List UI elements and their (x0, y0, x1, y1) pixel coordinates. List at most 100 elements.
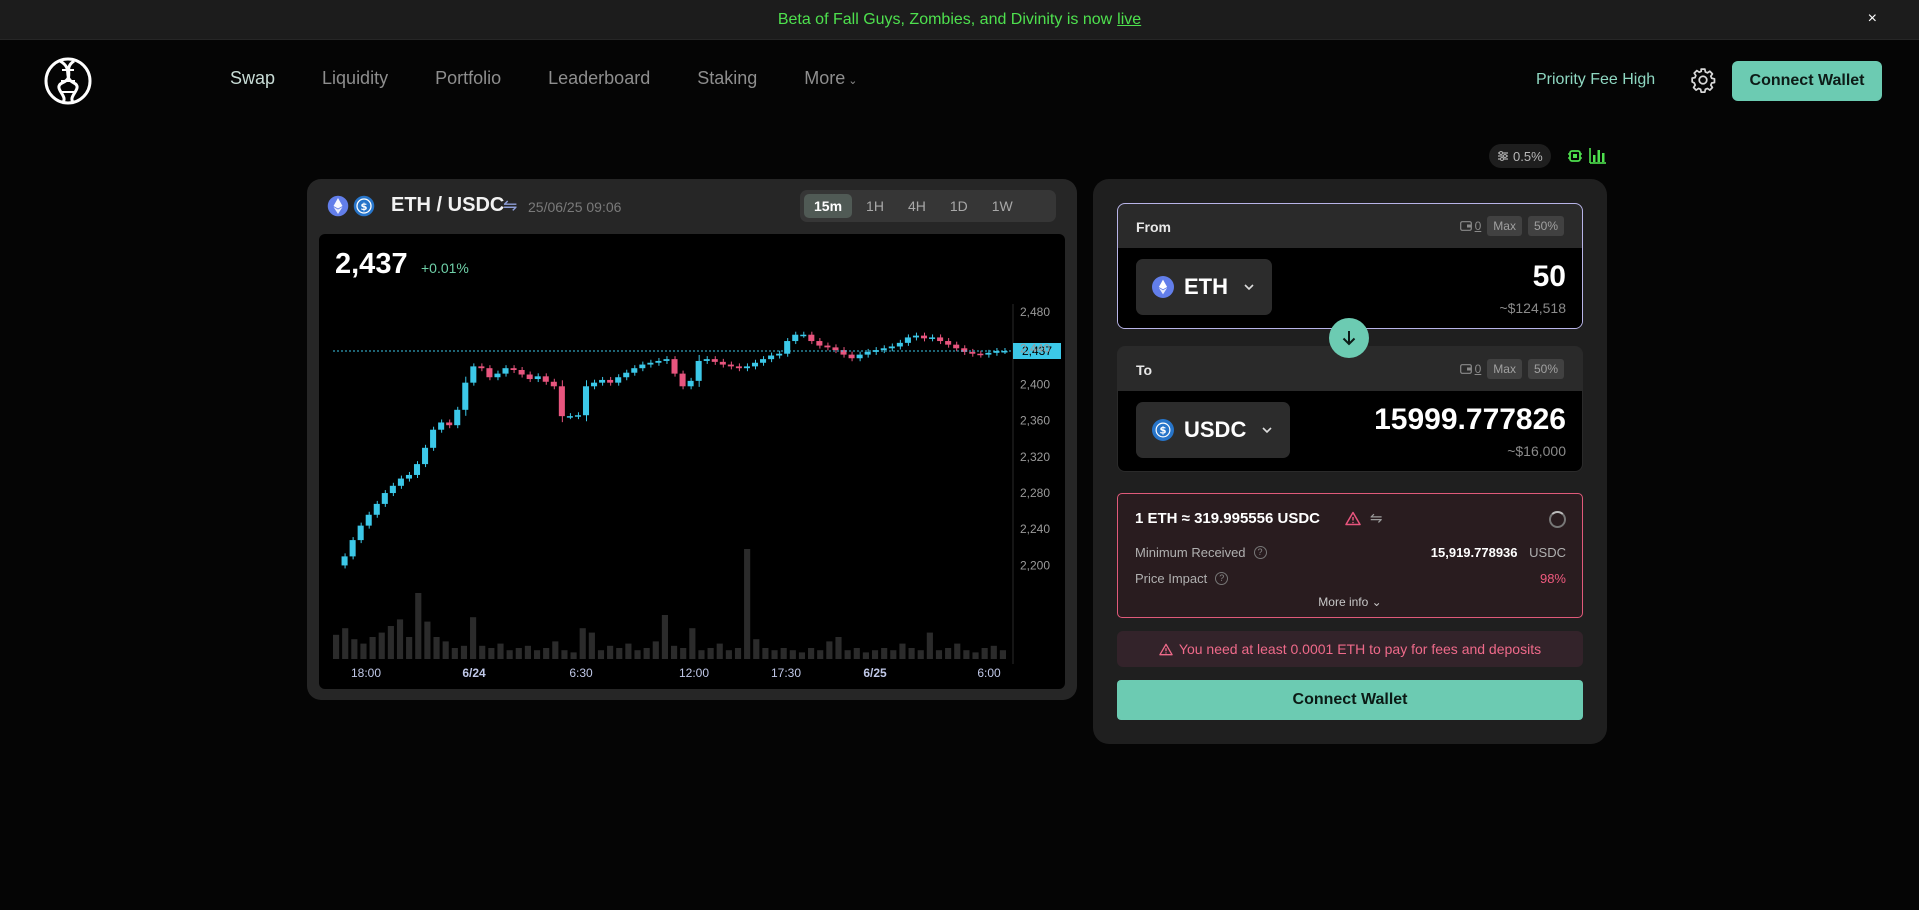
from-amount-input[interactable]: 50 (1533, 260, 1566, 294)
from-half-button[interactable]: 50% (1527, 216, 1564, 236)
announcement-banner: Beta of Fall Guys, Zombies, and Divinity… (0, 0, 1919, 40)
volume-bar (442, 641, 449, 659)
from-token-selector[interactable]: ETH (1136, 259, 1272, 315)
main-nav: Swap Liquidity Portfolio Leaderboard Sta… (230, 68, 905, 89)
banner-close-button[interactable]: × (1868, 10, 1877, 28)
volume-bar (945, 648, 952, 659)
nav-swap[interactable]: Swap (230, 68, 275, 89)
volume-bar (725, 650, 732, 659)
x-tick-label: 17:30 (771, 666, 801, 680)
refresh-spinner-icon[interactable] (1549, 511, 1566, 528)
to-balance: 0 (1459, 362, 1481, 376)
candle-body (896, 342, 903, 347)
tab-1h[interactable]: 1H (856, 194, 894, 218)
volume-bar (533, 650, 541, 659)
to-max-button[interactable]: Max (1487, 359, 1522, 379)
volume-bar (479, 645, 486, 659)
volume-bar (625, 643, 632, 659)
candle-body (888, 346, 895, 349)
pair-token-icons: $ (326, 194, 376, 218)
flip-direction-button[interactable] (1329, 318, 1369, 358)
banner-live-link[interactable]: live (1117, 11, 1141, 29)
warning-icon (1345, 511, 1361, 526)
volume-bar (378, 632, 385, 659)
volume-bar (862, 652, 869, 659)
priority-fee-button[interactable]: Priority Fee High (1536, 71, 1655, 89)
connect-wallet-main-button[interactable]: Connect Wallet (1117, 680, 1583, 720)
tab-15m[interactable]: 15m (804, 194, 853, 218)
help-icon[interactable]: ? (1253, 546, 1267, 559)
logo-icon[interactable] (44, 55, 92, 107)
volume-bar (552, 641, 559, 659)
x-tick-label: 6/24 (462, 666, 486, 680)
candle-body (679, 373, 686, 387)
candle-body (711, 359, 718, 362)
volume-bar (899, 643, 906, 659)
nav-portfolio[interactable]: Portfolio (435, 68, 501, 89)
candle-body (824, 345, 831, 348)
candle-body (671, 359, 678, 374)
from-balance: 0 (1459, 219, 1481, 233)
candle-body (703, 359, 710, 361)
insufficient-fee-notice: You need at least 0.0001 ETH to pay for … (1117, 631, 1583, 667)
gear-icon[interactable] (1690, 67, 1716, 93)
to-usd-value: ~$16,000 (1507, 443, 1566, 459)
price-chart[interactable]: 2,437 2,480 2,440 2,400 2,360 2,320 2,280 2,240… (319, 234, 1065, 689)
slippage-value: 0.5% (1513, 148, 1543, 164)
from-input-area: ETH 50 ~$124,518 (1118, 248, 1582, 328)
arrow-down-icon (1342, 331, 1356, 346)
candle-body (397, 478, 404, 486)
chip-icon[interactable] (1567, 148, 1583, 164)
candle-body (695, 360, 702, 381)
volume-bar (771, 650, 778, 659)
price-impact-label: Price Impact (1135, 571, 1208, 586)
chevron-down-icon: ⌄ (1371, 595, 1382, 609)
y-tick-label: 2,280 (1020, 486, 1050, 500)
tab-1d[interactable]: 1D (940, 194, 978, 218)
volume-bar (616, 648, 623, 659)
from-box: From 0 Max 50% ETH 50 ~$124,518 (1117, 203, 1583, 329)
volume-bar (652, 641, 659, 659)
to-amount-output[interactable]: 15999.777826 (1374, 403, 1566, 437)
volume-bar (890, 650, 897, 659)
candle-body (623, 372, 630, 378)
nav-leaderboard[interactable]: Leaderboard (548, 68, 650, 89)
min-received-label: Minimum Received (1135, 545, 1246, 560)
chevron-down-icon (1262, 427, 1272, 434)
candle-body (615, 377, 622, 383)
from-max-button[interactable]: Max (1487, 216, 1522, 236)
tab-1w[interactable]: 1W (982, 194, 1023, 218)
candle-body (438, 422, 445, 430)
chart-datetime: 25/06/25 09:06 (528, 199, 622, 215)
more-info-label: More info (1318, 595, 1369, 609)
invert-rate-icon[interactable]: ⇋ (1370, 509, 1383, 527)
candle-body (880, 348, 887, 351)
connect-wallet-button[interactable]: Connect Wallet (1732, 61, 1882, 101)
volume-bar (460, 645, 468, 659)
nav-more[interactable]: More ⌄ (804, 68, 857, 89)
tab-4h[interactable]: 4H (898, 194, 936, 218)
y-tick-label: 2,200 (1020, 558, 1050, 572)
to-half-button[interactable]: 50% (1527, 359, 1564, 379)
volume-bar (844, 650, 851, 659)
candle-body (510, 368, 517, 370)
candle-body (502, 368, 509, 374)
volume-bar (780, 648, 787, 659)
from-usd-value: ~$124,518 (1499, 300, 1566, 316)
to-token-selector[interactable]: $ USDC (1136, 402, 1291, 458)
volume-bar (680, 648, 687, 659)
wallet-icon (1459, 221, 1472, 231)
more-info-button[interactable]: More info ⌄ (1118, 595, 1582, 609)
candle-body (808, 334, 815, 342)
help-icon[interactable]: ? (1215, 572, 1229, 585)
slippage-button[interactable]: 0.5% (1489, 144, 1551, 168)
bar-chart-icon[interactable] (1589, 147, 1607, 164)
candle-body (486, 368, 493, 378)
volume-bar (762, 648, 769, 659)
invert-pair-icon[interactable]: ⇋ (503, 196, 517, 216)
nav-liquidity[interactable]: Liquidity (322, 68, 388, 89)
nav-staking[interactable]: Staking (697, 68, 757, 89)
candle-body (470, 366, 477, 383)
volume-bar (817, 650, 824, 659)
candle-body (631, 368, 638, 373)
